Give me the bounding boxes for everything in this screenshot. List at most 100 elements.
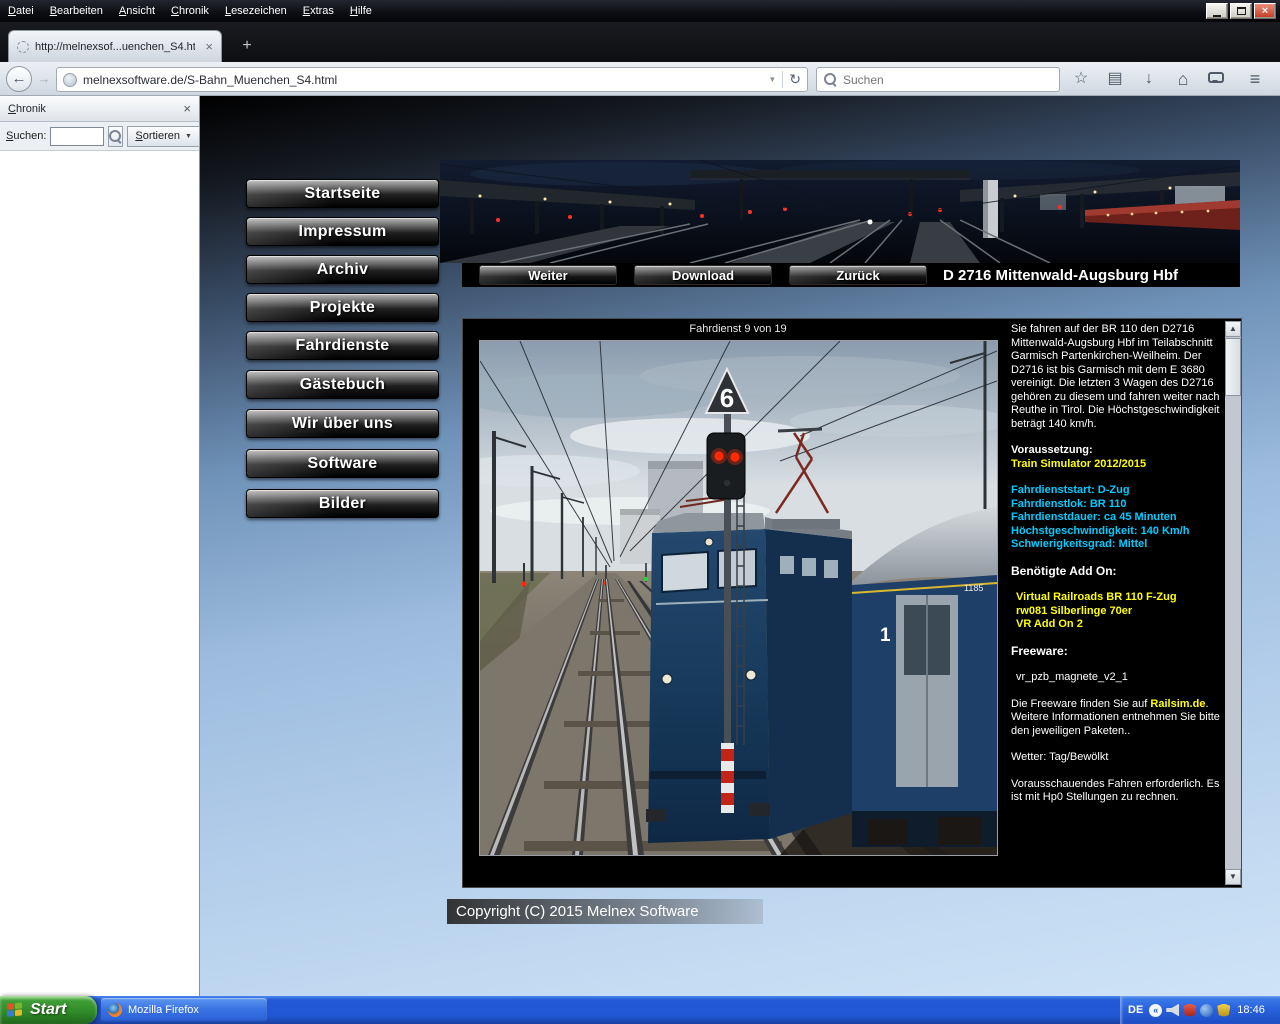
- browser-tab[interactable]: http://melnexsof...uenchen_S4.html ×: [8, 30, 222, 62]
- url-separator: [782, 71, 783, 88]
- detail-geschwindigkeit: Höchstgeschwindigkeit: 140 Km/h: [1011, 525, 1223, 539]
- messenger-icon[interactable]: [1208, 72, 1224, 83]
- addon-1: Virtual Railroads BR 110 F-Zug: [1011, 591, 1223, 605]
- sidebar-search-input[interactable]: [50, 127, 104, 146]
- sidebar-item-fahrdienste[interactable]: Fahrdienste: [246, 331, 439, 360]
- search-icon: [824, 73, 837, 86]
- sidebar-item-impressum[interactable]: Impressum: [246, 217, 439, 246]
- menu-lesezeichen[interactable]: Lesezeichen: [217, 2, 295, 20]
- content-panel: Fahrdienst 9 von 19: [462, 318, 1242, 888]
- sidebar-item-bilder[interactable]: Bilder: [246, 489, 439, 518]
- update-icon[interactable]: [1217, 1004, 1230, 1017]
- tab-close-icon[interactable]: ×: [201, 39, 213, 54]
- volume-icon[interactable]: [1166, 1004, 1179, 1017]
- sidebar-item-projekte[interactable]: Projekte: [246, 293, 439, 322]
- car-number-marking: 1185: [964, 583, 983, 593]
- language-indicator[interactable]: DE: [1128, 1004, 1143, 1016]
- start-button[interactable]: Start: [0, 996, 97, 1024]
- route-info-text: Sie fahren auf der BR 110 den D2716 Mitt…: [1011, 323, 1223, 805]
- train-simulator-screenshot: 1 1185: [479, 340, 998, 856]
- taskbar: Start Mozilla Firefox DE « 18:46: [0, 996, 1280, 1024]
- sidebar-title: Chronik: [8, 103, 46, 115]
- download-button[interactable]: Download: [634, 265, 772, 285]
- page-button-row: Weiter Download Zurück D 2716 Mittenwald…: [462, 263, 1240, 287]
- menu-bearbeiten[interactable]: Bearbeiten: [42, 2, 111, 20]
- url-dropdown-icon[interactable]: ▼: [768, 75, 776, 84]
- wetter-line: Wetter: Tag/Bewölkt: [1011, 751, 1223, 765]
- bookmarks-menu-icon[interactable]: ▤: [1102, 68, 1128, 90]
- page-viewport: Startseite Impressum Archiv Projekte Fah…: [200, 96, 1280, 996]
- menu-chronik[interactable]: Chronik: [163, 2, 217, 20]
- screenshot-caption: Fahrdienst 9 von 19: [479, 323, 997, 335]
- menu-datei[interactable]: Datei: [0, 2, 42, 20]
- copyright-footer: Copyright (C) 2015 Melnex Software: [447, 899, 763, 924]
- history-sidebar: Chronik × Suchen: Sortieren ▼: [0, 96, 200, 996]
- sidebar-item-wir-ueber-uns[interactable]: Wir über uns: [246, 409, 439, 438]
- reload-button[interactable]: ↻: [789, 71, 801, 88]
- downloads-icon[interactable]: ↓: [1136, 68, 1162, 90]
- menu-extras[interactable]: Extras: [295, 2, 342, 20]
- sidebar-close-icon[interactable]: ×: [183, 101, 191, 116]
- forward-button[interactable]: →: [35, 71, 53, 87]
- scroll-up-button[interactable]: ▲: [1225, 321, 1241, 337]
- restore-button[interactable]: [1230, 3, 1252, 19]
- zurueck-button[interactable]: Zurück: [789, 265, 927, 285]
- weiter-button[interactable]: Weiter: [479, 265, 617, 285]
- close-button[interactable]: ×: [1254, 3, 1276, 19]
- browser-search-input[interactable]: [843, 73, 1052, 87]
- clock[interactable]: 18:46: [1237, 1004, 1265, 1016]
- hinweis-line: Vorausschauendes Fahren erforderlich. Es…: [1011, 778, 1223, 805]
- firefox-icon: [108, 1003, 122, 1017]
- sidebar-item-gaestebuch[interactable]: Gästebuch: [246, 370, 439, 399]
- new-tab-button[interactable]: +: [234, 35, 260, 57]
- sidebar-sort-button[interactable]: Sortieren ▼: [127, 126, 200, 147]
- tab-bar: http://melnexsof...uenchen_S4.html × +: [0, 22, 1280, 62]
- tab-title: http://melnexsof...uenchen_S4.html: [35, 41, 195, 53]
- freeware-label: Freeware:: [1011, 645, 1223, 659]
- browser-menubar: Datei Bearbeiten Ansicht Chronik Lesezei…: [0, 0, 1280, 22]
- back-button[interactable]: ←: [6, 66, 32, 92]
- sidebar-search-label: Suchen:: [6, 130, 46, 142]
- chevron-down-icon: ▼: [185, 133, 192, 140]
- site-identity-icon[interactable]: [63, 73, 77, 87]
- addon-label: Benötigte Add On:: [1011, 565, 1223, 579]
- sidebar-item-startseite[interactable]: Startseite: [246, 179, 439, 208]
- sidebar-item-archiv[interactable]: Archiv: [246, 255, 439, 284]
- system-tray: DE « 18:46: [1120, 996, 1280, 1024]
- freeware-note: Die Freeware finden Sie auf Railsim.de. …: [1011, 698, 1223, 739]
- sidebar-search-button[interactable]: [108, 126, 123, 147]
- url-bar[interactable]: ▼ ↻: [56, 67, 808, 92]
- windows-logo-icon: [7, 1002, 24, 1018]
- scrollbar-thumb[interactable]: [1225, 338, 1241, 396]
- route-intro: Sie fahren auf der BR 110 den D2716 Mitt…: [1011, 323, 1223, 431]
- page-favicon-icon: [17, 41, 29, 53]
- bookmark-star-icon[interactable]: ☆: [1068, 68, 1094, 90]
- search-icon: [109, 130, 122, 143]
- security-alert-icon[interactable]: [1183, 1004, 1196, 1017]
- scroll-down-button[interactable]: ▼: [1225, 869, 1241, 885]
- hamburger-menu-icon[interactable]: ≡: [1242, 68, 1268, 90]
- signal-plate-number: 6: [720, 383, 734, 413]
- network-icon[interactable]: [1200, 1004, 1213, 1017]
- home-icon[interactable]: ⌂: [1170, 68, 1196, 90]
- menu-ansicht[interactable]: Ansicht: [111, 2, 163, 20]
- url-input[interactable]: [83, 73, 762, 87]
- menu-hilfe[interactable]: Hilfe: [342, 2, 380, 20]
- minimize-button[interactable]: [1206, 3, 1228, 19]
- sidebar-item-software[interactable]: Software: [246, 449, 439, 478]
- detail-lok: Fahrdienstlok: BR 110: [1011, 498, 1223, 512]
- sidebar-header: Chronik ×: [0, 96, 199, 122]
- detail-dauer: Fahrdienstdauer: ca 45 Minuten: [1011, 511, 1223, 525]
- navigation-toolbar: ← → ▼ ↻ ☆ ▤ ↓ ⌂ ≡: [0, 62, 1280, 96]
- hide-tray-icons-icon[interactable]: «: [1149, 1004, 1162, 1017]
- restore-icon: [1237, 7, 1246, 15]
- voraussetzung-label: Voraussetzung:: [1011, 444, 1223, 458]
- taskbar-item-firefox[interactable]: Mozilla Firefox: [101, 998, 267, 1022]
- railsim-link[interactable]: Railsim.de: [1150, 698, 1205, 710]
- page-title: D 2716 Mittenwald-Augsburg Hbf: [943, 267, 1178, 284]
- coach-class-marking: 1: [880, 625, 891, 646]
- panel-scrollbar[interactable]: ▲ ▼: [1225, 321, 1241, 885]
- voraussetzung-value: Train Simulator 2012/2015: [1011, 458, 1223, 472]
- browser-search-bar[interactable]: [816, 67, 1060, 92]
- detail-schwierigkeit: Schwierigkeitsgrad: Mittel: [1011, 538, 1223, 552]
